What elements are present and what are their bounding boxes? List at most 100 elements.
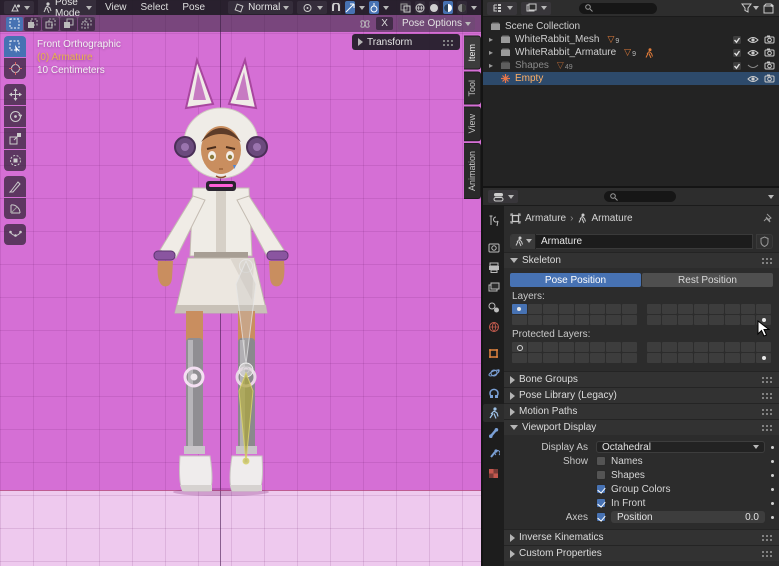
bone-layer-cell[interactable] (575, 342, 590, 352)
bone-layer-cell[interactable] (512, 304, 527, 314)
tab-render-properties[interactable] (483, 238, 504, 256)
expand-arrow-icon[interactable]: ▸ (489, 48, 499, 57)
pivot-point-dropdown[interactable] (297, 1, 327, 14)
menu-pose[interactable]: Pose (177, 1, 210, 14)
animate-property-dot[interactable] (771, 446, 774, 449)
mode-dropdown[interactable]: Pose Mode (38, 0, 96, 20)
bone-layer-cell[interactable] (590, 304, 605, 314)
tool-cursor[interactable] (4, 58, 26, 79)
shapes-checkbox[interactable] (596, 470, 606, 480)
bone-layer-cell[interactable] (756, 353, 771, 363)
bone-layer-cell[interactable] (559, 342, 574, 352)
bone-layer-cell[interactable] (647, 353, 662, 363)
transform-panel-header[interactable]: Transform (352, 34, 460, 50)
bone-layer-cell[interactable] (647, 315, 662, 325)
panel-motion-paths-header[interactable]: Motion Paths (504, 403, 779, 419)
bone-layer-cell[interactable] (709, 342, 724, 352)
hide-viewport-eye-icon[interactable] (747, 49, 759, 57)
bone-layer-cell[interactable] (741, 315, 756, 325)
outliner-row-whiterabbit-armature[interactable]: ▸ WhiteRabbit_Armature ▽9 (483, 46, 779, 59)
bone-layer-cell[interactable] (575, 304, 590, 314)
menu-select[interactable]: Select (136, 1, 174, 14)
outliner-row-shapes[interactable]: ▸ Shapes ▽49 (483, 59, 779, 72)
bone-layer-cell[interactable] (543, 315, 558, 325)
bone-layer-cell[interactable] (662, 315, 677, 325)
selectable-checkbox[interactable] (732, 48, 742, 58)
bone-layer-cell[interactable] (590, 342, 605, 352)
bone-layer-cell[interactable] (622, 353, 637, 363)
properties-editor-type-dropdown[interactable] (488, 190, 518, 203)
bone-layer-cell[interactable] (575, 353, 590, 363)
bone-layer-cell[interactable] (725, 342, 740, 352)
datablock-type-dropdown[interactable] (511, 234, 536, 249)
panel-skeleton-header[interactable]: Skeleton (504, 252, 779, 268)
tab-physics-properties[interactable] (483, 364, 504, 382)
drag-handle-icon[interactable] (761, 408, 773, 415)
tab-object-properties[interactable] (483, 344, 504, 362)
outliner-filter-type-dropdown[interactable] (521, 2, 551, 15)
bone-layer-cell[interactable] (694, 304, 709, 314)
bone-layer-cell[interactable] (590, 353, 605, 363)
tool-transform[interactable] (4, 150, 26, 171)
character-white-rabbit[interactable] (0, 0, 481, 566)
bone-layer-cell[interactable] (528, 353, 543, 363)
bone-layer-cell[interactable] (543, 342, 558, 352)
bone-layer-cell[interactable] (662, 304, 677, 314)
group-colors-checkbox[interactable] (596, 484, 606, 494)
tab-tool[interactable]: Tool (464, 72, 481, 105)
bone-layer-cell[interactable] (512, 342, 527, 352)
tool-select-box[interactable] (4, 36, 26, 57)
bone-layer-cell[interactable] (725, 353, 740, 363)
animate-property-dot[interactable] (771, 516, 774, 519)
drag-handle-icon[interactable] (761, 392, 773, 399)
bone-layer-cell[interactable] (606, 315, 621, 325)
drag-handle-icon[interactable] (442, 39, 454, 46)
bone-layer-cell[interactable] (694, 342, 709, 352)
display-as-dropdown[interactable]: Octahedral (596, 441, 765, 453)
bone-layer-cell[interactable] (709, 304, 724, 314)
bone-layer-cell[interactable] (678, 342, 693, 352)
names-checkbox[interactable] (596, 456, 606, 466)
bone-layer-cell[interactable] (559, 304, 574, 314)
outliner-display-mode-dropdown[interactable] (487, 2, 517, 15)
bone-layer-cell[interactable] (622, 315, 637, 325)
outliner-row-scene-collection[interactable]: Scene Collection (483, 20, 779, 33)
tool-measure[interactable] (4, 198, 26, 219)
select-mode-set[interactable] (6, 17, 23, 31)
panel-viewport-display-header[interactable]: Viewport Display (504, 419, 779, 435)
animate-property-dot[interactable] (771, 460, 774, 463)
bone-layer-cell[interactable] (741, 353, 756, 363)
shading-solid-button[interactable] (429, 1, 439, 14)
panel-bone-groups-header[interactable]: Bone Groups (504, 371, 779, 387)
axes-position-slider[interactable]: Position 0.0 (611, 511, 765, 523)
bone-layer-cell[interactable] (756, 304, 771, 314)
editor-type-dropdown[interactable] (4, 1, 34, 14)
new-collection-button[interactable] (763, 3, 775, 14)
disable-render-camera-icon[interactable] (764, 74, 775, 83)
selectable-checkbox[interactable] (732, 61, 742, 71)
properties-search-input[interactable] (604, 191, 676, 202)
bone-layer-cell[interactable] (725, 304, 740, 314)
bone-layer-cell[interactable] (647, 342, 662, 352)
bone-layer-cell[interactable] (606, 353, 621, 363)
animate-property-dot[interactable] (771, 488, 774, 491)
bone-layer-cell[interactable] (678, 315, 693, 325)
tab-scene-properties[interactable] (483, 298, 504, 316)
mirror-x-toggle[interactable]: X (376, 17, 393, 30)
gizmos-dropdown[interactable] (369, 1, 379, 14)
tab-tool-properties[interactable] (483, 212, 504, 230)
3d-viewport[interactable]: Front Orthographic (0) Armature 10 Centi… (0, 0, 481, 566)
selectable-checkbox[interactable] (732, 35, 742, 45)
fake-user-shield-button[interactable] (756, 234, 773, 249)
animate-property-dot[interactable] (771, 474, 774, 477)
pin-icon[interactable] (763, 213, 773, 224)
bone-layer-cell[interactable] (606, 304, 621, 314)
hide-viewport-eye-icon[interactable] (747, 75, 759, 83)
bone-layer-cell[interactable] (590, 315, 605, 325)
outliner-search-input[interactable] (579, 3, 657, 14)
panel-inverse-kinematics-header[interactable]: Inverse Kinematics (504, 529, 779, 545)
hide-viewport-eye-closed-icon[interactable] (747, 62, 759, 70)
tool-pose-breakdowner[interactable] (4, 224, 26, 245)
transform-orientation-dropdown[interactable]: Normal (228, 1, 293, 14)
tool-annotate[interactable] (4, 176, 26, 197)
